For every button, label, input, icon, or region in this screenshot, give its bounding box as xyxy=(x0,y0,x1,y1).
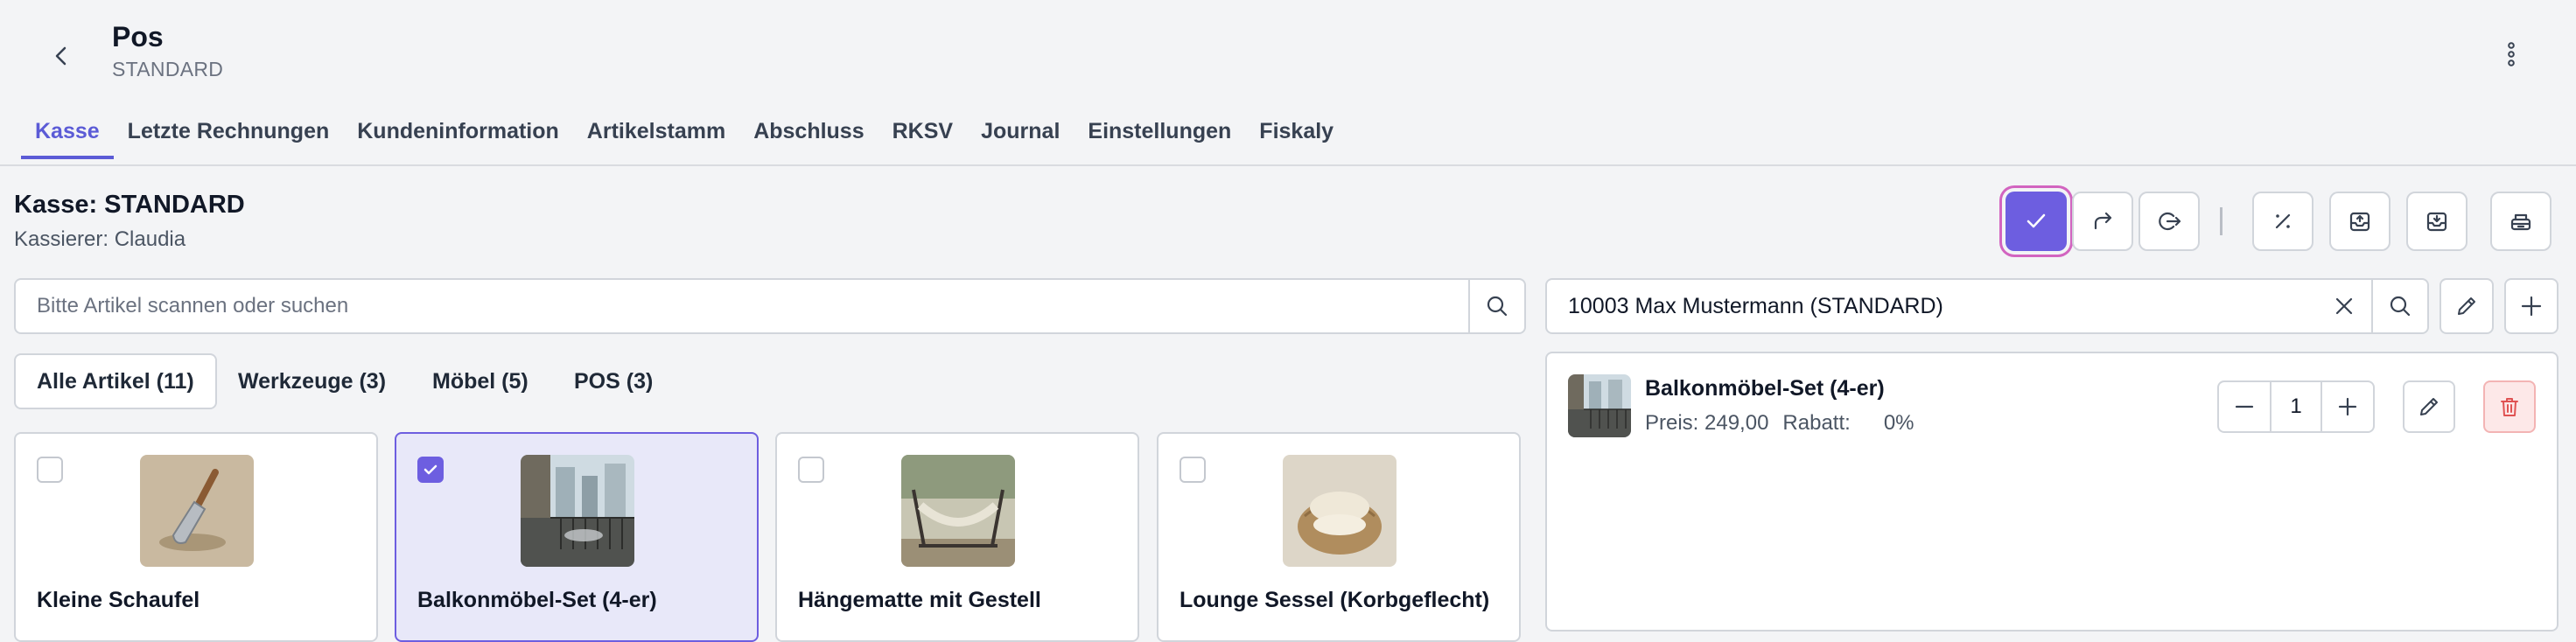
tab-journal[interactable]: Journal xyxy=(967,112,1074,159)
check-icon xyxy=(2026,213,2046,228)
cash-drawer-button[interactable] xyxy=(2490,192,2552,251)
cart-item-image xyxy=(1568,374,1631,437)
search-icon xyxy=(1487,296,1508,317)
tab-fiskaly[interactable]: Fiskaly xyxy=(1245,112,1348,159)
clear-customer-button[interactable] xyxy=(2317,280,2371,332)
article-search-input[interactable] xyxy=(16,280,1468,332)
product-name: Lounge Sessel (Korbgeflecht) xyxy=(1180,588,1490,612)
article-search-button[interactable] xyxy=(1468,280,1524,332)
edit-cart-item-button[interactable] xyxy=(2403,380,2455,433)
more-menu-button[interactable] xyxy=(2492,35,2530,73)
cashier-label: Kassierer: Claudia xyxy=(14,227,186,251)
product-card[interactable]: Hängematte mit Gestell xyxy=(775,432,1139,642)
product-card[interactable]: Balkonmöbel-Set (4-er) xyxy=(395,432,759,642)
complete-sale-button[interactable] xyxy=(2006,192,2067,251)
product-name: Kleine Schaufel xyxy=(37,588,200,612)
tab-kundeninformation[interactable]: Kundeninformation xyxy=(343,112,573,159)
page-title: Pos xyxy=(112,21,164,52)
add-customer-button[interactable] xyxy=(2504,278,2558,334)
forward-button[interactable] xyxy=(2072,192,2133,251)
product-name: Hängematte mit Gestell xyxy=(798,588,1041,612)
plus-icon xyxy=(2521,296,2542,317)
tab-artikelstamm[interactable]: Artikelstamm xyxy=(573,112,739,159)
product-image-hammock xyxy=(901,455,1015,567)
cart-item-discount-label: Rabatt: xyxy=(1782,411,1851,435)
percent-icon xyxy=(2275,213,2291,229)
cash-out-button[interactable] xyxy=(2406,192,2468,251)
product-name: Balkonmöbel-Set (4-er) xyxy=(417,588,657,612)
category-werkzeuge[interactable]: Werkzeuge (3) xyxy=(217,353,407,409)
cart-item-meta: Preis: 249,00 Rabatt: 0% xyxy=(1645,411,1914,436)
inbox-upload-icon xyxy=(2349,212,2370,232)
tab-einstellungen[interactable]: Einstellungen xyxy=(1074,112,1245,159)
increase-quantity-button[interactable] xyxy=(2322,382,2373,431)
delete-cart-item-button[interactable] xyxy=(2483,380,2536,433)
check-icon xyxy=(424,464,438,475)
quantity-stepper: 1 xyxy=(2217,380,2375,433)
product-card[interactable]: Kleine Schaufel xyxy=(14,432,378,642)
forward-icon xyxy=(2094,212,2112,230)
more-vertical-icon xyxy=(2508,42,2515,66)
tab-bar: Kasse Letzte Rechnungen Kundeninformatio… xyxy=(21,112,1348,166)
search-icon xyxy=(2390,296,2411,317)
toolbar-divider xyxy=(2220,207,2222,235)
product-image-shovel xyxy=(140,455,254,567)
cash-drawer-icon xyxy=(2510,213,2531,231)
customer-search-button[interactable] xyxy=(2371,280,2427,332)
cart-item-name: Balkonmöbel-Set (4-er) xyxy=(1645,376,1885,401)
tab-abschluss[interactable]: Abschluss xyxy=(739,112,878,159)
product-checkbox[interactable] xyxy=(798,457,824,483)
page-subtitle: STANDARD xyxy=(112,58,224,80)
pencil-icon xyxy=(2458,297,2475,315)
close-icon xyxy=(2335,297,2353,315)
chevron-left-icon xyxy=(55,46,66,66)
article-search xyxy=(14,278,1526,334)
product-card[interactable]: Lounge Sessel (Korbgeflecht) xyxy=(1157,432,1521,642)
decrease-quantity-button[interactable] xyxy=(2219,382,2270,431)
quantity-value[interactable]: 1 xyxy=(2270,382,2322,431)
category-moebel[interactable]: Möbel (5) xyxy=(411,353,550,409)
inbox-download-icon xyxy=(2426,212,2447,232)
tab-divider xyxy=(0,164,2576,166)
category-pos[interactable]: POS (3) xyxy=(553,353,674,409)
product-checkbox[interactable] xyxy=(37,457,63,483)
pencil-icon xyxy=(2420,398,2438,415)
product-checkbox[interactable] xyxy=(417,457,444,483)
edit-customer-button[interactable] xyxy=(2440,278,2494,334)
tab-letzte-rechnungen[interactable]: Letzte Rechnungen xyxy=(114,112,344,159)
tab-rksv[interactable]: RKSV xyxy=(878,112,967,159)
customer-field: 10003 Max Mustermann (STANDARD) xyxy=(1545,278,2429,334)
back-button[interactable] xyxy=(42,37,80,75)
category-all[interactable]: Alle Artikel (11) xyxy=(14,353,217,409)
plus-icon xyxy=(2338,397,2357,416)
logout-icon xyxy=(2159,212,2181,231)
register-title: Kasse: STANDARD xyxy=(14,191,245,219)
trash-icon xyxy=(2501,398,2518,416)
product-image-lounge-chair xyxy=(1283,455,1396,567)
customer-value[interactable]: 10003 Max Mustermann (STANDARD) xyxy=(1547,294,2317,319)
minus-icon xyxy=(2235,405,2254,408)
tab-kasse[interactable]: Kasse xyxy=(21,112,114,159)
cart-item-price: Preis: 249,00 xyxy=(1645,411,1769,435)
product-checkbox[interactable] xyxy=(1180,457,1206,483)
logout-button[interactable] xyxy=(2138,192,2200,251)
discount-button[interactable] xyxy=(2252,192,2314,251)
cart-item-discount: 0% xyxy=(1883,411,1914,435)
cash-in-button[interactable] xyxy=(2329,192,2390,251)
product-image-balcony-set xyxy=(521,455,634,567)
